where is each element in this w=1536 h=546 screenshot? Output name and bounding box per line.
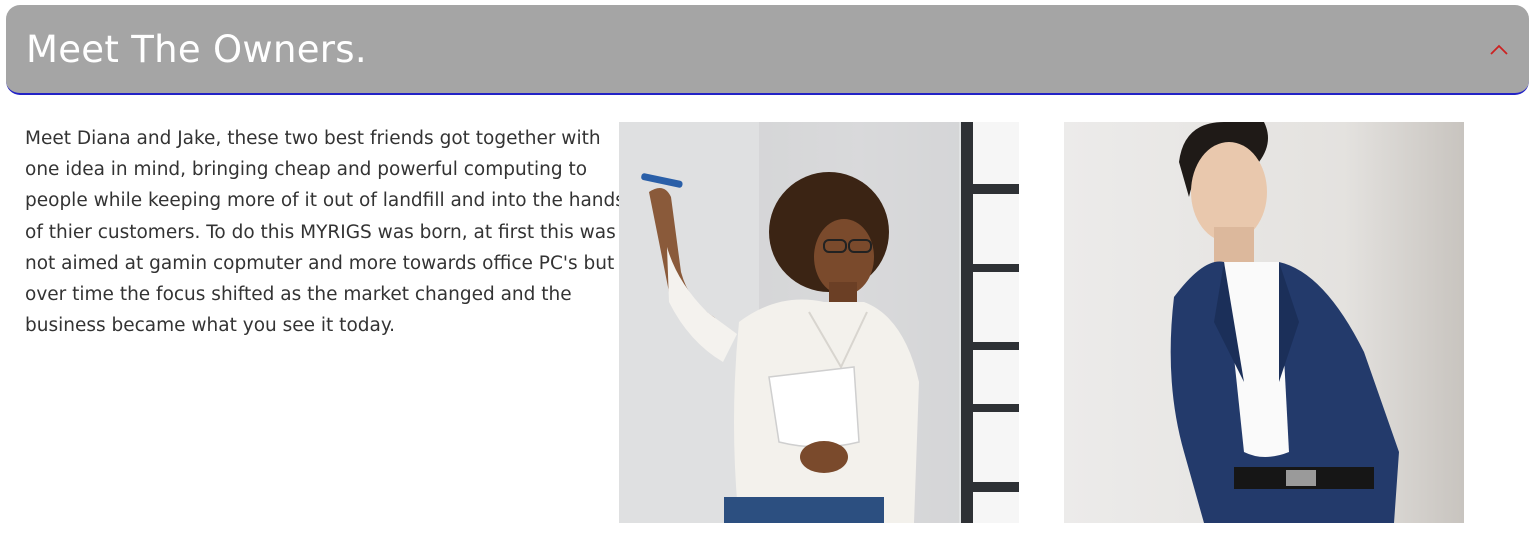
about-paragraph: Meet Diana and Jake, these two best frie… [25,128,625,337]
accordion-header[interactable]: Meet The Owners. [6,5,1529,95]
owners-section: Meet The Owners. Meet Diana and Jake, th… [0,0,1536,546]
section-title: Meet The Owners. [26,27,367,71]
diana-photo [619,122,1019,523]
jake-photo [1064,122,1464,523]
chevron-up-icon[interactable] [1489,42,1509,56]
